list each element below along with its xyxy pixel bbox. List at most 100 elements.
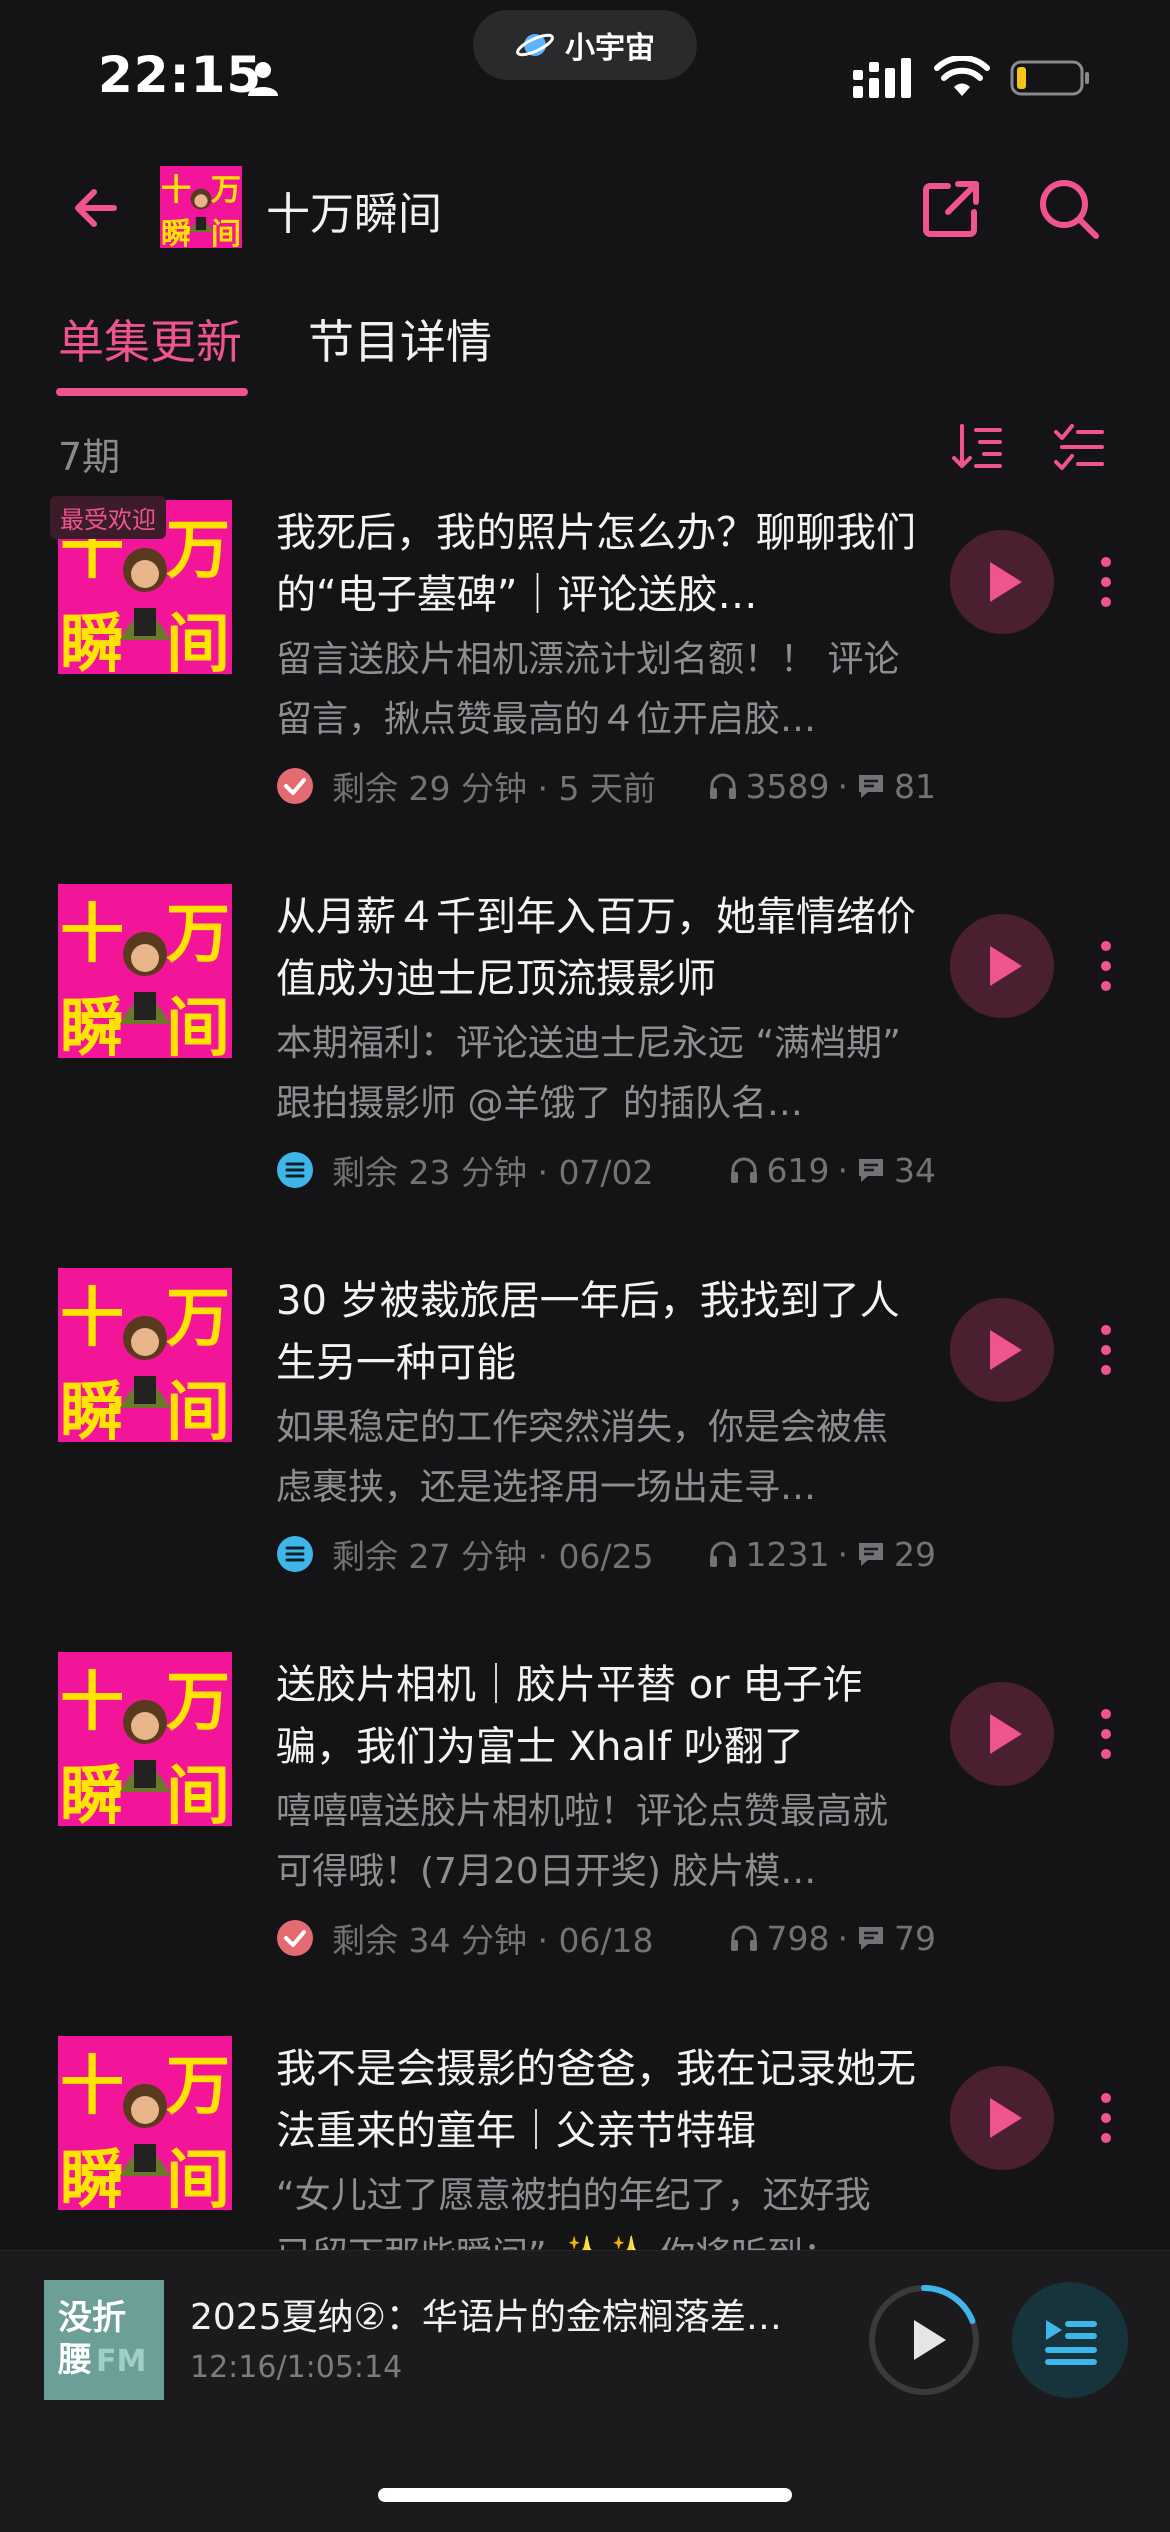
episode-meta: 剩余 27 分钟 · 06/25 1231 · 29: [276, 1532, 936, 1576]
transcript-icon: [277, 1536, 313, 1572]
played-check-icon: [277, 1920, 313, 1956]
cover-char: 瞬: [60, 1376, 124, 1442]
cover-char: 间: [166, 608, 230, 674]
episode-count: 7期: [58, 435, 121, 479]
separator: ·: [837, 1534, 849, 1574]
episode-title[interactable]: 送胶片相机｜胶片平替 or 电子诈骗，我们为富士 Xhalf 吵翻了: [276, 1654, 926, 1778]
tab-episodes[interactable]: 单集更新: [58, 306, 242, 372]
cover-char: 间: [166, 992, 230, 1058]
more-vertical-icon[interactable]: [1090, 934, 1122, 998]
cover-char: 万: [166, 1282, 230, 1356]
player-play-button[interactable]: [866, 2282, 982, 2398]
list-item[interactable]: 十 万 瞬 间 送胶片相机｜胶片平替 or 电子诈骗，我们为富士 Xhalf 吵…: [0, 1652, 1170, 2036]
more-vertical-icon[interactable]: [1090, 550, 1122, 614]
page-title: 十万瞬间: [266, 189, 442, 240]
cover-char: 万: [166, 898, 230, 972]
sort-icon[interactable]: [950, 420, 1004, 474]
cover-char: 万: [166, 514, 230, 588]
separator: ·: [837, 1150, 849, 1190]
transcript-icon: [277, 1152, 313, 1188]
play-button[interactable]: [950, 530, 1054, 634]
episode-description: 留言送胶片相机漂流计划名额！！ 评论留言，揪点赞最高的４位开启胶…: [276, 639, 900, 740]
episode-title[interactable]: 我死后，我的照片怎么办？聊聊我们的“电子墓碑”｜评论送胶…: [276, 502, 926, 626]
headphones-icon: [709, 773, 736, 799]
play-button[interactable]: [950, 914, 1054, 1018]
dynamic-island[interactable]: 小宇宙: [473, 10, 697, 80]
home-indicator: [378, 2488, 792, 2502]
comment-icon: [859, 1159, 883, 1182]
cover-char: 间: [166, 1760, 230, 1826]
play-count: 3589: [745, 766, 830, 806]
episode-remaining: 剩余 34 分钟 · 06/18: [332, 1921, 654, 1960]
tab-details[interactable]: 节目详情: [308, 306, 492, 372]
tab-indicator: [56, 388, 248, 396]
multi-select-icon[interactable]: [1052, 420, 1106, 474]
search-icon[interactable]: [1036, 176, 1102, 242]
episode-remaining: 剩余 29 分钟 · 5 天前: [332, 769, 656, 808]
cover-char: 瞬: [60, 608, 124, 674]
cover-char: 间: [166, 2144, 230, 2210]
share-icon[interactable]: [918, 176, 984, 242]
battery-icon: [1010, 60, 1089, 96]
episode-description: 嘻嘻嘻送胶片相机啦！评论点赞最高就可得哦！(7月20日开奖) 胶片模…: [276, 1791, 889, 1892]
episode-remaining: 剩余 23 分钟 · 07/02: [332, 1153, 654, 1192]
episode-cover: 十 万 瞬 间: [58, 1268, 232, 1442]
episode-title[interactable]: 从月薪４千到年入百万，她靠情绪价值成为迪士尼顶流摄影师: [276, 886, 926, 1010]
logo-char: 瞬: [161, 217, 191, 248]
cover-char: 瞬: [60, 992, 124, 1058]
episode-cover: 十 万 瞬 间: [58, 884, 232, 1058]
status-time: 22:15: [98, 46, 263, 104]
play-count: 619: [766, 1150, 830, 1190]
comment-count: 81: [894, 766, 936, 806]
person-icon: [248, 62, 278, 96]
cover-char: 万: [166, 2050, 230, 2124]
play-button[interactable]: [950, 1682, 1054, 1786]
episode-cover: 十 万 瞬 间: [58, 2036, 232, 2210]
player-progress: 12:16/1:05:14: [190, 2350, 403, 2385]
player-cover[interactable]: 没折 腰 FM: [44, 2280, 164, 2400]
logo-char: 十: [161, 173, 191, 208]
cover-char: 十: [60, 1282, 124, 1356]
cover-char: 瞬: [60, 1760, 124, 1826]
episode-meta: 剩余 23 分钟 · 07/02 619 · 34: [276, 1148, 936, 1192]
separator: ·: [837, 766, 849, 806]
headphones-icon: [730, 1157, 757, 1183]
playlist-button[interactable]: [1012, 2282, 1128, 2398]
episode-description: 本期福利：评论送迪士尼永远 “满档期” 跟拍摄影师 @羊饿了 的插队名…: [276, 1023, 901, 1124]
player-title[interactable]: 2025夏纳②：华语片的金棕榈落差…: [190, 2288, 820, 2340]
wifi-icon: [934, 56, 990, 96]
planet-icon: [516, 33, 554, 57]
play-button[interactable]: [950, 2066, 1054, 2170]
episode-title[interactable]: 我不是会摄影的爸爸，我在记录她无法重来的童年｜父亲节特辑: [276, 2038, 926, 2162]
episode-meta: 剩余 34 分钟 · 06/18 798 · 79: [276, 1916, 936, 1960]
more-vertical-icon[interactable]: [1090, 1318, 1122, 1382]
list-item[interactable]: 十 万 瞬 间 最受欢迎 我死后，我的照片怎么办？聊聊我们的“电子墓碑”｜评论送…: [0, 496, 1170, 884]
list-item[interactable]: 十 万 瞬 间 30 岁被裁旅居一年后，我找到了人生另一种可能 如果稳定的工作突…: [0, 1268, 1170, 1652]
more-vertical-icon[interactable]: [1090, 1702, 1122, 1766]
episode-title[interactable]: 30 岁被裁旅居一年后，我找到了人生另一种可能: [276, 1270, 926, 1394]
cover-char: 十: [60, 1666, 124, 1740]
comment-icon: [859, 1927, 883, 1950]
cover-char: 间: [166, 1376, 230, 1442]
more-vertical-icon[interactable]: [1090, 2086, 1122, 2150]
comment-icon: [859, 1543, 883, 1566]
separator: ·: [837, 1918, 849, 1958]
played-check-icon: [277, 768, 313, 804]
player-cover-text: 没折: [58, 2298, 126, 2338]
list-item[interactable]: 十 万 瞬 间 从月薪４千到年入百万，她靠情绪价值成为迪士尼顶流摄影师 本期福利…: [0, 884, 1170, 1268]
episode-remaining: 剩余 27 分钟 · 06/25: [332, 1537, 654, 1576]
podcast-logo[interactable]: 十 万 瞬 间: [160, 166, 242, 248]
play-count: 798: [766, 1918, 830, 1958]
cover-char: 十: [60, 898, 124, 972]
logo-char: 万: [211, 173, 241, 208]
back-arrow-icon[interactable]: [66, 178, 126, 238]
play-button[interactable]: [950, 1298, 1054, 1402]
episode-description: 如果稳定的工作突然消失，你是会被焦虑裹挟，还是选择用一场出走寻…: [276, 1407, 889, 1508]
playlist-icon: [1045, 2320, 1097, 2365]
comment-count: 79: [894, 1918, 936, 1958]
episode-cover: 十 万 瞬 间: [58, 1652, 232, 1826]
comment-icon: [859, 775, 883, 798]
logo-char: 间: [211, 217, 241, 248]
cover-char: 瞬: [60, 2144, 124, 2210]
comment-count: 29: [894, 1534, 936, 1574]
